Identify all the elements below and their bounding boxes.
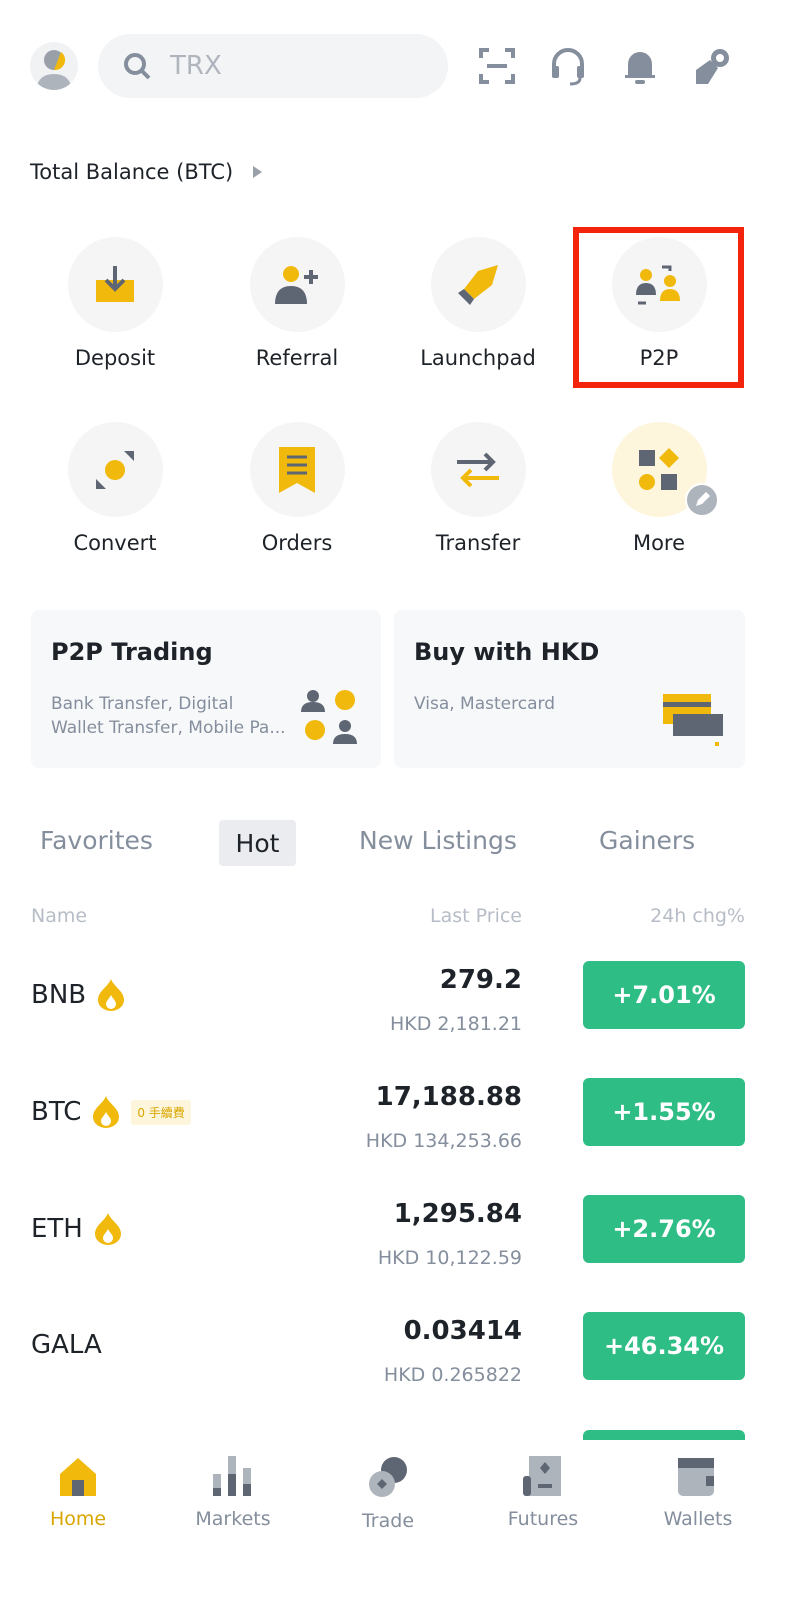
fee-badge: 0 手續費 [131,1099,191,1125]
label: Orders [261,531,333,555]
label: More [632,531,686,555]
column-name[interactable]: Name [31,905,87,927]
bell-icon[interactable] [620,46,660,86]
market-row[interactable]: ETH 1,295.84 HKD 10,122.59 +2.76% [0,1173,791,1290]
hot-flame-icon [94,1213,121,1245]
last-price: 17,188.88 [375,1082,522,1112]
more-icon [639,447,679,490]
card-illustration [663,694,723,746]
home-icon [60,1458,96,1496]
edit-icon[interactable] [684,483,719,517]
change-badge-partial [583,1430,745,1440]
card-title: Buy with HKD [414,638,600,666]
futures-icon [523,1456,561,1496]
hkd-price: HKD 0.265822 [383,1364,522,1386]
nav-futures[interactable]: Futures [465,1456,621,1530]
nav-markets[interactable]: Markets [155,1456,311,1530]
hkd-price: HKD 134,253.66 [365,1130,522,1152]
scan-icon[interactable] [477,46,517,86]
wallet-icon [678,1458,714,1496]
gift-icon[interactable] [692,46,732,86]
launchpad-button[interactable]: Launchpad [388,237,568,370]
markets-icon [213,1456,251,1496]
tab-favorites[interactable]: Favorites [40,826,153,855]
deposit-button[interactable]: Deposit [25,237,205,370]
trade-icon [369,1457,407,1497]
change-badge[interactable]: +7.01% [583,961,745,1029]
hot-flame-icon [93,1096,120,1128]
balance-label: Total Balance (BTC) [30,160,234,184]
hot-flame-icon [98,979,125,1011]
orders-button[interactable]: Orders [207,422,387,555]
headset-icon[interactable] [548,46,588,86]
nav-label: Home [49,1508,107,1530]
nav-label: Futures [507,1508,579,1530]
hkd-price: HKD 2,181.21 [389,1013,522,1035]
nav-label: Markets [195,1508,271,1530]
nav-label: Wallets [663,1508,733,1530]
caret-right-icon [253,166,263,178]
p2p-trading-card[interactable]: P2P Trading Bank Transfer, Digital Wallet… [31,610,381,768]
convert-icon [96,450,134,489]
last-price: 0.03414 [403,1316,522,1346]
more-button[interactable]: More [569,422,749,555]
change-badge[interactable]: +1.55% [583,1078,745,1146]
last-price: 1,295.84 [393,1199,522,1229]
referral-icon [275,265,318,304]
p2p-trading-illustration [301,690,357,744]
symbol: BNB [31,980,87,1010]
nav-wallets[interactable]: Wallets [620,1456,776,1530]
nav-home[interactable]: Home [0,1456,156,1530]
symbol: BTC [31,1097,82,1127]
nav-trade[interactable]: Trade [310,1456,466,1532]
card-title: P2P Trading [51,638,213,666]
buy-with-hkd-card[interactable]: Buy with HKD Visa, Mastercard [394,610,745,768]
transfer-icon [457,452,499,487]
market-row[interactable]: BTC 0 手續費 17,188.88 HKD 134,253.66 +1.55% [0,1056,791,1173]
change-badge[interactable]: +2.76% [583,1195,745,1263]
highlight-box [573,227,744,388]
referral-button[interactable]: Referral [207,237,387,370]
total-balance[interactable]: Total Balance (BTC) [30,160,263,184]
search-input[interactable]: TRX [98,34,448,98]
avatar[interactable] [30,42,78,90]
label: Referral [255,346,339,370]
symbol: ETH [31,1214,83,1244]
label: Deposit [74,346,156,370]
search-placeholder: TRX [170,51,222,81]
convert-button[interactable]: Convert [25,422,205,555]
symbol: GALA [31,1330,102,1360]
deposit-icon [96,265,134,302]
last-price: 279.2 [439,965,522,995]
market-row[interactable]: GALA 0.03414 HKD 0.265822 +46.34% [0,1290,791,1407]
label: Convert [73,531,157,555]
hkd-price: HKD 10,122.59 [377,1247,522,1269]
rocket-icon [458,264,498,305]
tab-hot[interactable]: Hot [219,820,296,866]
column-24h-change[interactable]: 24h chg% [650,905,745,927]
label: Launchpad [420,346,536,370]
change-badge[interactable]: +46.34% [583,1312,745,1380]
tab-new-listings[interactable]: New Listings [359,826,517,855]
bottom-nav: Home Markets Trade Futures Wallets [0,1440,791,1600]
orders-icon [279,446,315,493]
transfer-button[interactable]: Transfer [388,422,568,555]
nav-label: Trade [361,1510,415,1532]
column-last-price[interactable]: Last Price [430,905,522,927]
search-icon [124,53,151,80]
label: Transfer [435,531,521,555]
tab-gainers[interactable]: Gainers [599,826,695,855]
market-row[interactable]: BNB 279.2 HKD 2,181.21 +7.01% [0,939,791,1056]
